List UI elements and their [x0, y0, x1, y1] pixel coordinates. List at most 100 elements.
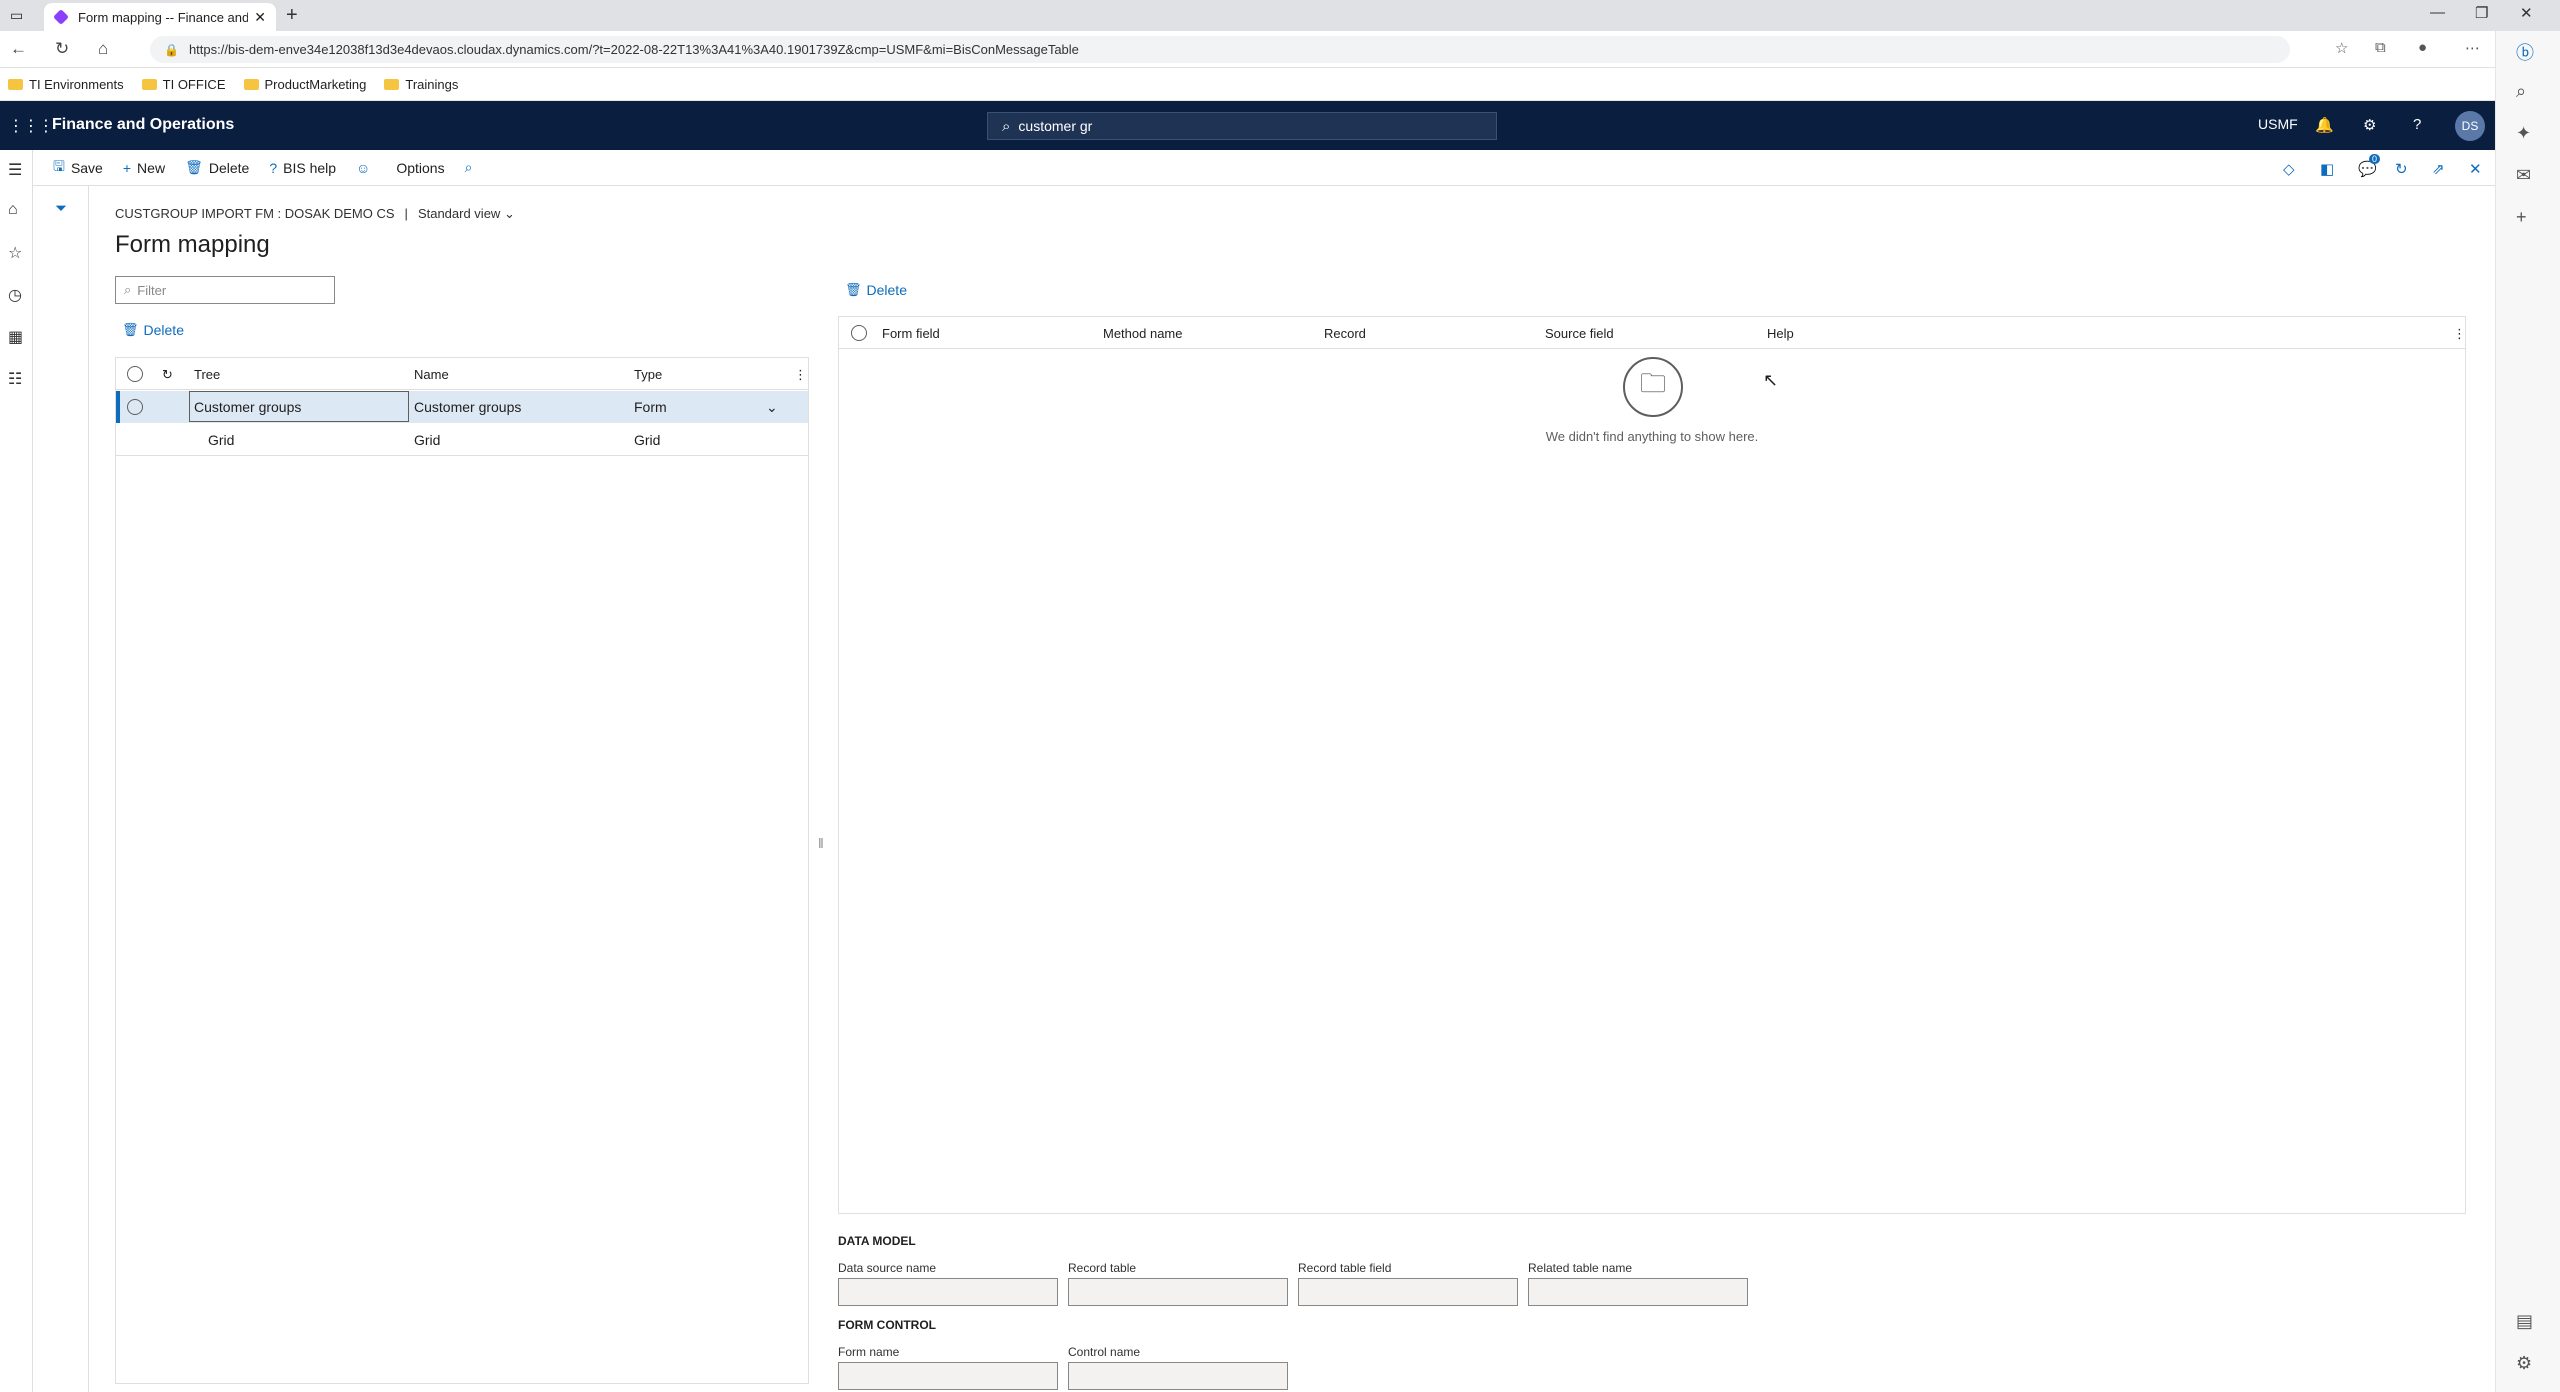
diamond-icon[interactable]: ◇: [2283, 160, 2295, 178]
close-page-icon[interactable]: ✕: [2469, 160, 2482, 178]
favorite-label: ProductMarketing: [264, 76, 367, 92]
app-bar: ⋮⋮⋮ Finance and Operations ⌕ customer gr…: [0, 101, 2495, 150]
back-icon[interactable]: ←: [10, 39, 27, 59]
settings-icon[interactable]: ⚙: [2516, 1353, 2532, 1374]
right-delete-button[interactable]: 🗑 Delete: [845, 282, 907, 298]
mouse-cursor-icon: ↖: [1763, 370, 1779, 390]
options-tab[interactable]: Options: [386, 150, 454, 186]
menu-icon[interactable]: ☰: [8, 160, 22, 180]
search-icon[interactable]: ⌕: [2516, 81, 2526, 102]
delete-button[interactable]: 🗑 Delete: [175, 150, 259, 186]
name-cell[interactable]: Customer groups: [414, 399, 521, 415]
column-options-icon[interactable]: ⋮: [794, 367, 807, 383]
attachments-icon[interactable]: 💬 0: [2358, 154, 2381, 178]
outlook-icon[interactable]: ✉: [2516, 165, 2531, 186]
add-icon[interactable]: +: [2516, 207, 2527, 228]
global-search-input[interactable]: ⌕ customer gr: [987, 112, 1497, 140]
column-header-source-field[interactable]: Source field: [1545, 326, 1614, 341]
favorite-trainings[interactable]: Trainings: [384, 77, 458, 92]
column-header-method-name[interactable]: Method name: [1103, 326, 1183, 341]
star-icon[interactable]: ☆: [8, 243, 22, 263]
folder-icon: [8, 78, 23, 90]
more-icon[interactable]: ⋯: [2465, 39, 2480, 57]
url-input[interactable]: 🔒 https://bis-dem-enve34e12038f13d3e4dev…: [150, 36, 2290, 63]
feedback-button[interactable]: ☺: [346, 150, 386, 186]
favorite-label: TI Environments: [29, 76, 124, 92]
clock-icon[interactable]: ◷: [8, 285, 22, 305]
splitter-handle[interactable]: ‖: [818, 835, 824, 851]
chevron-down-icon[interactable]: ⌄: [766, 399, 778, 416]
tab-title: Form mapping -- Finance and C: [78, 9, 249, 25]
new-tab-button[interactable]: +: [286, 4, 298, 27]
search-icon: ⌕: [464, 159, 473, 175]
select-all-checkbox[interactable]: [851, 325, 867, 341]
tab-actions-icon[interactable]: ▭: [10, 7, 23, 24]
workspace-icon[interactable]: ▦: [8, 327, 23, 347]
open-new-window-icon[interactable]: ⇗: [2432, 160, 2445, 178]
column-header-record[interactable]: Record: [1324, 326, 1366, 341]
bis-help-button[interactable]: ? BIS help: [259, 150, 346, 186]
office-icon[interactable]: ◧: [2320, 160, 2334, 178]
form-name-field[interactable]: [838, 1362, 1058, 1390]
record-table-field[interactable]: [1068, 1278, 1288, 1306]
notification-icon[interactable]: 🔔: [2315, 116, 2334, 134]
name-cell[interactable]: Grid: [414, 432, 440, 448]
filter-input[interactable]: ⌕ Filter: [115, 276, 335, 304]
column-options-icon[interactable]: ⋮: [2453, 326, 2466, 342]
action-search-button[interactable]: ⌕: [455, 150, 489, 186]
help-icon[interactable]: ?: [2413, 116, 2421, 133]
table-row[interactable]: Customer groups Customer groups Form ⌄: [116, 391, 808, 423]
favorite-productmarketing[interactable]: ProductMarketing: [243, 76, 367, 92]
column-header-form-field[interactable]: Form field: [882, 326, 940, 341]
tree-cell[interactable]: Grid: [208, 432, 234, 448]
home-icon[interactable]: ⌂: [8, 201, 18, 219]
minimize-icon[interactable]: —: [2430, 4, 2445, 21]
refresh-page-icon[interactable]: ↻: [2395, 160, 2408, 178]
related-table-name-field[interactable]: [1528, 1278, 1748, 1306]
close-window-icon[interactable]: ✕: [2520, 4, 2533, 22]
funnel-icon[interactable]: ⏷: [55, 200, 67, 217]
view-selector[interactable]: Standard view ⌄: [418, 206, 515, 222]
save-button[interactable]: 🖫 Save: [43, 150, 113, 186]
company-picker[interactable]: USMF: [2258, 116, 2298, 132]
refresh-icon[interactable]: ↻: [55, 39, 69, 59]
favorite-ti-office[interactable]: TI OFFICE: [141, 77, 226, 92]
bing-icon[interactable]: ⓑ: [2516, 39, 2534, 65]
close-tab-icon[interactable]: ✕: [254, 9, 266, 26]
left-delete-button[interactable]: 🗑 Delete: [122, 322, 184, 338]
column-header-help[interactable]: Help: [1767, 326, 1794, 341]
new-button[interactable]: + New: [113, 150, 175, 186]
view-label: Standard view: [417, 206, 501, 221]
home-icon[interactable]: ⌂: [98, 39, 108, 59]
control-name-field[interactable]: [1068, 1362, 1288, 1390]
type-cell[interactable]: Form: [634, 399, 667, 415]
avatar[interactable]: DS: [2455, 111, 2485, 141]
options-label: Options: [396, 159, 445, 176]
collections-icon[interactable]: ⧉: [2375, 39, 2386, 56]
row-checkbox[interactable]: [127, 399, 143, 415]
right-delete-label: Delete: [866, 282, 907, 298]
sidebar-toggle-icon[interactable]: ▤: [2516, 1311, 2533, 1332]
tools-icon[interactable]: ✦: [2516, 123, 2531, 144]
restore-icon[interactable]: ❐: [2475, 4, 2488, 22]
gear-icon[interactable]: ⚙: [2363, 116, 2376, 134]
refresh-icon[interactable]: ↻: [162, 367, 173, 383]
app-launcher-icon[interactable]: ⋮⋮⋮: [8, 116, 54, 136]
list-icon[interactable]: ☷: [8, 369, 22, 389]
profile-icon[interactable]: ●: [2418, 39, 2427, 56]
trash-icon: 🗑: [185, 159, 203, 175]
record-table-field-input[interactable]: [1298, 1278, 1518, 1306]
select-all-checkbox[interactable]: [127, 366, 143, 382]
data-source-name-field[interactable]: [838, 1278, 1058, 1306]
favorite-ti-environments[interactable]: TI Environments: [8, 77, 124, 92]
column-header-name[interactable]: Name: [414, 367, 449, 382]
tree-cell-input[interactable]: Customer groups: [189, 391, 409, 422]
column-header-tree[interactable]: Tree: [194, 367, 220, 382]
type-cell[interactable]: Grid: [634, 432, 660, 448]
browser-tab[interactable]: Form mapping -- Finance and C ✕: [44, 3, 276, 31]
table-row[interactable]: Grid Grid Grid: [116, 424, 808, 456]
favorites-icon[interactable]: ☆: [2335, 39, 2348, 57]
column-header-type[interactable]: Type: [634, 367, 662, 382]
notification-badge: 0: [2369, 154, 2381, 164]
tree-grid: ↻ Tree Name Type ⋮ Customer groups Custo…: [115, 357, 809, 1384]
